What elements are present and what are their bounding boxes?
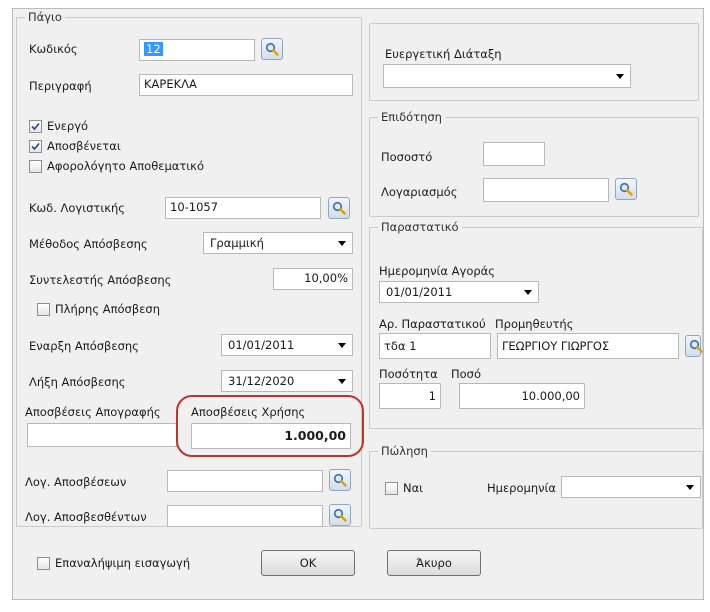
magnifier-icon: [619, 182, 633, 196]
chevron-down-icon: [686, 485, 694, 490]
account-code-lookup-button[interactable]: [328, 197, 350, 219]
end-date-picker[interactable]: 31/12/2020: [221, 370, 353, 392]
checkmark-icon: [31, 122, 40, 131]
depreciating-checkbox[interactable]: [29, 140, 42, 153]
end-date-value: 31/12/2020: [228, 374, 295, 388]
magnifier-icon: [265, 42, 279, 56]
start-label: Εναρξη Απόσβεσης: [29, 339, 139, 353]
chevron-down-icon: [524, 290, 532, 295]
tax-free-checkbox[interactable]: [29, 160, 42, 173]
start-date-picker[interactable]: 01/01/2011: [221, 334, 353, 356]
description-field[interactable]: ΚΑΡΕΚΛΑ: [139, 74, 353, 96]
depreciated-account-lookup-button[interactable]: [329, 504, 351, 526]
magnifier-icon: [689, 339, 703, 353]
checkmark-icon: [31, 142, 40, 151]
full-depreciation-label: Πλήρης Απόσβεση: [55, 302, 160, 316]
subsidy-percent-field[interactable]: [483, 142, 545, 166]
chevron-down-icon: [616, 74, 624, 79]
purchase-date-label: Ημερομηνία Αγοράς: [379, 264, 496, 278]
amount-field[interactable]: 10.000,00: [459, 383, 585, 409]
depreciated-account-label: Λογ. Αποσβεσθέντων: [25, 510, 147, 524]
doc-no-field[interactable]: τδα 1: [379, 333, 491, 359]
highlight-ring: [176, 395, 364, 457]
sale-group-title: Πώληση: [378, 444, 431, 458]
dep-account-field[interactable]: [167, 470, 323, 492]
asset-group-title: Πάγιο: [25, 10, 65, 24]
beneficial-group: [369, 23, 699, 101]
chevron-down-icon: [338, 343, 346, 348]
sale-date-picker[interactable]: [561, 476, 701, 498]
supplier-lookup-button[interactable]: [685, 335, 703, 357]
amount-label: Ποσό: [451, 367, 482, 381]
chevron-down-icon: [338, 379, 346, 384]
active-checkbox[interactable]: [29, 120, 42, 133]
inventory-dep-field[interactable]: [27, 423, 177, 447]
account-code-field[interactable]: 10-1057: [165, 197, 321, 219]
supplier-label: Προμηθευτής: [495, 317, 574, 331]
dep-account-label: Λογ. Αποσβέσεων: [25, 475, 127, 489]
rate-label: Συντελεστής Απόσβεσης: [29, 273, 172, 287]
code-field[interactable]: 12: [139, 39, 255, 61]
subsidy-group-title: Επιδότηση: [378, 110, 445, 124]
sale-yes-checkbox[interactable]: [385, 482, 398, 495]
supplier-field[interactable]: ΓΕΩΡΓΙΟΥ ΓΙΩΡΓΟΣ: [497, 333, 679, 359]
depreciating-label: Αποσβένεται: [47, 139, 121, 153]
code-lookup-button[interactable]: [261, 38, 283, 60]
ok-button[interactable]: OK: [261, 550, 355, 576]
sale-date-label: Ημερομηνία: [487, 481, 557, 495]
magnifier-icon: [332, 201, 346, 215]
tax-free-label: Αφορολόγητο Αποθεματικό: [47, 159, 204, 173]
purchase-date-value: 01/01/2011: [386, 285, 453, 299]
end-label: Λήξη Απόσβεσης: [29, 375, 126, 389]
description-label: Περιγραφή: [29, 79, 92, 93]
method-label: Μέθοδος Απόσβεσης: [29, 237, 148, 251]
rate-field[interactable]: 10,00%: [273, 268, 353, 290]
beneficial-label: Ευεργετική Διάταξη: [385, 47, 502, 61]
magnifier-icon: [333, 508, 347, 522]
inventory-dep-label: Αποσβέσεις Απογραφής: [25, 405, 161, 419]
doc-no-label: Αρ. Παραστατικού: [379, 317, 486, 331]
method-value: Γραμμική: [210, 236, 264, 250]
chevron-down-icon: [338, 241, 346, 246]
full-depreciation-checkbox[interactable]: [37, 303, 50, 316]
method-select[interactable]: Γραμμική: [203, 232, 353, 254]
active-label: Ενεργό: [47, 119, 89, 133]
code-label: Κωδικός: [29, 42, 78, 56]
start-date-value: 01/01/2011: [228, 338, 295, 352]
subsidy-group: Επιδότηση: [369, 110, 699, 217]
account-code-label: Κωδ. Λογιστικής: [29, 201, 126, 215]
dep-account-lookup-button[interactable]: [329, 469, 351, 491]
sale-yes-label: Ναι: [403, 481, 424, 495]
subsidy-percent-label: Ποσοστό: [381, 150, 433, 164]
code-value: 12: [144, 42, 163, 56]
quantity-field[interactable]: 1: [379, 383, 441, 409]
beneficial-select[interactable]: [383, 64, 631, 88]
asset-dialog: Πάγιο Κωδικός 12 Περιγραφή ΚΑΡΕΚΛΑ Ενεργ…: [12, 8, 704, 600]
document-group-title: Παραστατικό: [378, 220, 462, 234]
subsidy-account-field[interactable]: [483, 178, 609, 202]
repeat-label: Επαναλήψιμη εισαγωγή: [55, 556, 191, 570]
subsidy-account-lookup-button[interactable]: [615, 178, 637, 200]
subsidy-account-label: Λογαριασμός: [381, 185, 458, 199]
purchase-date-picker[interactable]: 01/01/2011: [379, 281, 539, 303]
quantity-label: Ποσότητα: [379, 367, 438, 381]
cancel-button[interactable]: Άκυρο: [387, 550, 481, 576]
repeat-checkbox[interactable]: [37, 557, 50, 570]
magnifier-icon: [333, 473, 347, 487]
depreciated-account-field[interactable]: [167, 505, 323, 527]
